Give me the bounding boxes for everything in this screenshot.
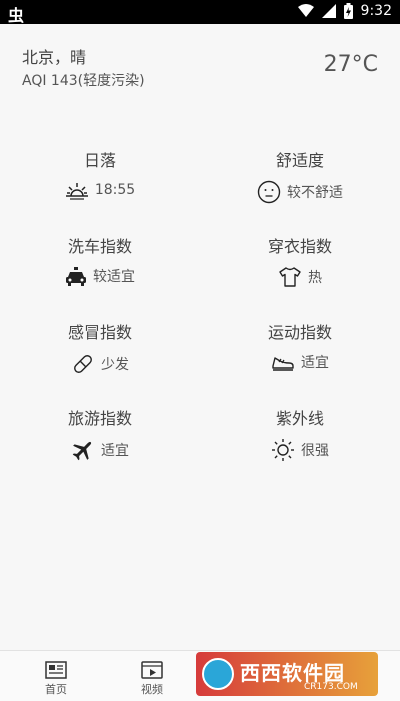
index-value: 适宜 [301,355,329,371]
index-title: 运动指数 [267,323,332,342]
index-title: 日落 [83,151,116,170]
index-title: 感冒指数 [67,323,132,342]
index-value: 很强 [301,443,329,459]
index-title: 穿衣指数 [267,237,332,256]
plane-icon [72,441,92,461]
index-value: 18:55 [94,182,136,198]
index-value: 较适宜 [93,269,135,285]
index-value: 较不舒适 [287,185,343,201]
index-clothing: 穿衣指数 热 [200,222,400,308]
pill-icon [74,355,92,373]
status-icons: 9:32 [297,3,392,19]
index-cold: 感冒指数 少发 [0,308,200,394]
sunset-icon [65,183,88,200]
nav-video[interactable]: 视频 [102,651,202,701]
index-carwash: 洗车指数 较适宜 [0,222,200,308]
status-time: 9:32 [360,3,392,19]
signal-icon [321,4,336,18]
temperature-label: 27°C [323,52,378,77]
watermark-url: CR173.COM [304,682,358,692]
index-value: 适宜 [101,443,129,459]
index-title: 紫外线 [275,409,324,428]
index-value: 热 [308,270,322,286]
shirt-icon [279,267,301,287]
status-bar: 虫 9:32 [0,0,400,25]
index-title: 舒适度 [275,151,324,170]
news-icon [45,661,67,679]
shoe-icon [272,357,294,371]
aqi-label: AQI 143(轻度污染) [22,73,145,89]
nav-label: 视频 [141,683,163,696]
watermark-logo: 西西软件园 CR173.COM [196,652,378,696]
index-sunset: 日落 18:55 [0,136,200,222]
nav-label: 首页 [45,683,67,696]
face-icon [257,180,281,204]
car-icon [66,267,86,286]
sun-icon [272,439,294,461]
battery-icon [343,3,353,19]
watermark-icon [202,658,234,690]
index-title: 洗车指数 [67,237,132,256]
city-weather-label: 北京，晴 [22,48,87,67]
index-travel: 旅游指数 适宜 [0,394,200,480]
index-title: 旅游指数 [67,409,132,428]
index-sport: 运动指数 适宜 [200,308,400,394]
app-notification-icon: 虫 [8,6,25,25]
video-icon [141,661,163,679]
nav-home[interactable]: 首页 [6,651,106,701]
index-comfort: 舒适度 较不舒适 [200,136,400,222]
index-uv: 紫外线 很强 [200,394,400,480]
index-value: 少发 [101,357,129,373]
wifi-icon [297,4,314,17]
